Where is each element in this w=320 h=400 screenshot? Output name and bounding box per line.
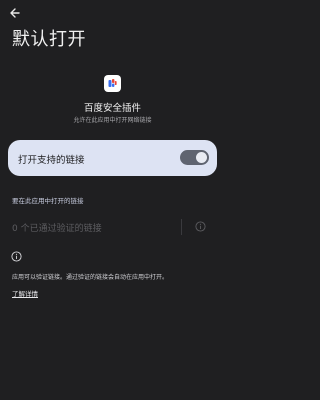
links-section-header: 要在此应用中打开的链接 bbox=[12, 197, 84, 205]
toggle-label: 打开支持的链接 bbox=[18, 155, 85, 166]
footer-description: 应用可以验证链接。通过验证的链接会自动在应用中打开。 bbox=[12, 274, 169, 281]
switch-knob bbox=[196, 152, 207, 163]
open-supported-links-switch[interactable] bbox=[180, 150, 209, 165]
info-icon bbox=[11, 251, 22, 262]
verified-links-row: 0 个已通过验证的链接 bbox=[0, 214, 225, 240]
app-description: 允许在此应用中打开网络链接 bbox=[73, 117, 152, 124]
app-name: 百度安全插件 bbox=[83, 103, 141, 114]
page-title: 默认打开 bbox=[12, 29, 86, 50]
verified-links-text: 0 个已通过验证的链接 bbox=[12, 224, 102, 234]
default-open-screen: 默认打开 百度安全插件 允许在此应用中打开网络链接 打开支持的链接 要在此应用中… bbox=[0, 0, 225, 400]
info-icon[interactable] bbox=[195, 221, 206, 232]
learn-more-link[interactable]: 了解详情 bbox=[12, 288, 38, 298]
open-supported-links-toggle-row[interactable]: 打开支持的链接 bbox=[8, 140, 217, 176]
arrow-left-icon bbox=[10, 8, 20, 18]
back-button[interactable] bbox=[7, 6, 23, 20]
row-divider bbox=[181, 219, 182, 235]
baidu-security-plugin-icon bbox=[104, 75, 121, 92]
